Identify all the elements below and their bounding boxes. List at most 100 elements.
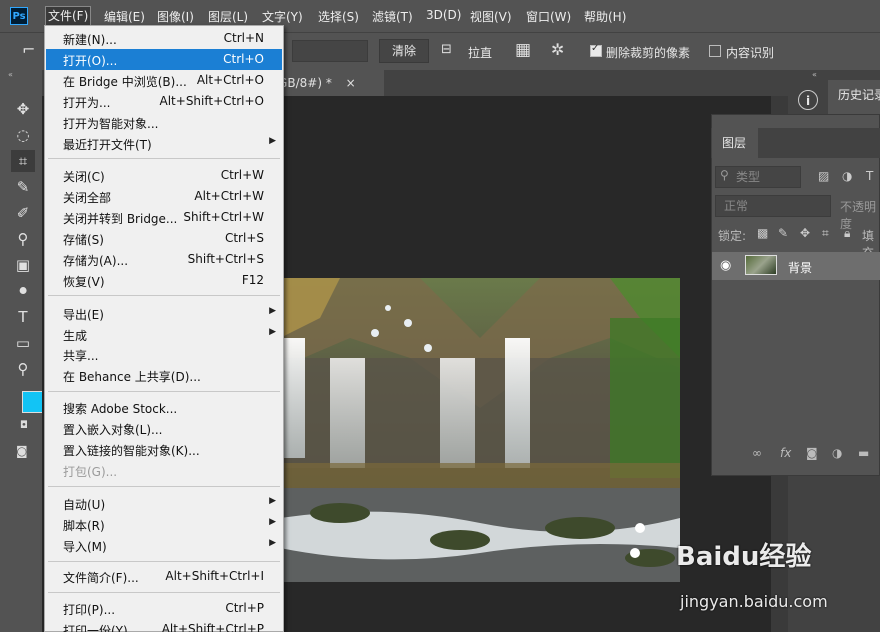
menu-view[interactable]: 视图(V) — [470, 8, 512, 25]
clear-button[interactable]: 清除 — [379, 39, 429, 63]
quick-mask-icon[interactable]: ◙ — [16, 444, 28, 458]
menu-separator — [48, 592, 280, 593]
menu-separator — [48, 158, 280, 159]
submenu-arrow-icon: ▶ — [269, 517, 276, 527]
menu-item-place-embedded[interactable]: 置入嵌入对象(L)... — [46, 418, 282, 439]
eyedropper-tool-icon[interactable]: ✎ — [11, 176, 35, 198]
submenu-arrow-icon: ▶ — [269, 136, 276, 146]
adjustment-layer-icon[interactable]: ◑ — [832, 446, 842, 460]
delete-cropped-label: 删除裁剪的像素 — [606, 46, 691, 60]
gear-icon[interactable]: ✲ — [551, 40, 564, 59]
menu-item-export[interactable]: 导出(E) ▶ — [46, 303, 282, 324]
photoshop-logo: Ps — [10, 7, 28, 25]
layer-mask-icon[interactable]: ◙ — [806, 446, 818, 460]
menu-item-generate[interactable]: 生成 ▶ — [46, 324, 282, 345]
crop-ratio-field[interactable] — [292, 40, 368, 62]
menu-item-share-behance[interactable]: 在 Behance 上共享(D)... — [46, 365, 282, 386]
menu-layer[interactable]: 图层(L) — [208, 8, 248, 25]
menu-item-search-stock[interactable]: 搜索 Adobe Stock... — [46, 397, 282, 418]
layers-tab[interactable]: 图层 — [712, 128, 758, 158]
menu-item-print[interactable]: 打印(P)... Ctrl+P — [46, 598, 282, 619]
baidu-watermark-url: jingyan.baidu.com — [680, 592, 828, 611]
lock-artboard-icon[interactable]: ⌗ — [822, 226, 829, 241]
crop-tool-icon[interactable]: ⌐ — [22, 40, 35, 59]
menu-file[interactable]: 文件(F) — [45, 6, 92, 26]
menu-edit[interactable]: 编辑(E) — [104, 8, 145, 25]
menu-item-open-smart-object[interactable]: 打开为智能对象... — [46, 112, 282, 133]
fx-icon[interactable]: fx — [780, 446, 791, 460]
layer-thumbnail — [745, 255, 777, 275]
menu-item-import[interactable]: 导入(M) ▶ — [46, 535, 282, 556]
layer-name[interactable]: 背景 — [788, 259, 812, 276]
adjustment-filter-icon[interactable]: ◑ — [842, 169, 852, 183]
delete-cropped-checkbox[interactable] — [590, 43, 602, 57]
lock-position-icon[interactable]: ✥ — [800, 226, 810, 240]
default-colors-icon[interactable]: ◘ — [20, 420, 28, 431]
menu-item-new[interactable]: 新建(N)... Ctrl+N — [46, 28, 282, 49]
menu-item-revert[interactable]: 恢复(V) F12 — [46, 270, 282, 291]
submenu-arrow-icon: ▶ — [269, 327, 276, 337]
menu-select[interactable]: 选择(S) — [318, 8, 359, 25]
menu-filter[interactable]: 滤镜(T) — [372, 8, 413, 25]
document-image[interactable] — [280, 278, 680, 582]
zoom-tool-icon[interactable]: ⚲ — [11, 358, 35, 380]
menu-image[interactable]: 图像(I) — [157, 8, 194, 25]
straighten-label[interactable]: 拉直 — [468, 44, 492, 61]
menu-help[interactable]: 帮助(H) — [584, 8, 626, 25]
lock-all-icon[interactable]: 🔒︎ — [844, 226, 850, 241]
lock-pixels-icon[interactable]: ▩ — [757, 226, 768, 240]
collapse-icon[interactable]: « — [8, 70, 13, 79]
shape-tool-icon[interactable]: ▭ — [11, 332, 35, 354]
gradient-tool-icon[interactable]: ▣ — [11, 254, 35, 276]
blend-mode-label: 正常 — [724, 199, 749, 213]
menu-item-save-as[interactable]: 存储为(A)... Shift+Ctrl+S — [46, 249, 282, 270]
collapse-panels-icon[interactable]: « — [812, 70, 817, 79]
menu-item-print-one-copy[interactable]: 打印一份(Y) Alt+Shift+Ctrl+P — [46, 619, 282, 632]
brush-tool-icon[interactable]: ✐ — [11, 202, 35, 224]
content-aware-checkbox[interactable] — [709, 45, 721, 57]
menu-window[interactable]: 窗口(W) — [526, 8, 571, 25]
menu-item-place-linked[interactable]: 置入链接的智能对象(K)... — [46, 439, 282, 460]
grid-overlay-icon[interactable]: ▦ — [515, 40, 531, 60]
menu-item-recent-files[interactable]: 最近打开文件(T) ▶ — [46, 133, 282, 154]
menu-separator — [48, 561, 280, 562]
menu-item-file-info[interactable]: 文件简介(F)... Alt+Shift+Ctrl+I — [46, 566, 282, 587]
dodge-tool-icon[interactable]: ⚫ — [11, 280, 35, 302]
info-icon[interactable]: i — [798, 90, 818, 110]
menu-item-open[interactable]: 打开(O)... Ctrl+O — [46, 49, 282, 70]
menu-item-scripts[interactable]: 脚本(R) ▶ — [46, 514, 282, 535]
menu-item-save[interactable]: 存储(S) Ctrl+S — [46, 228, 282, 249]
layer-filter-label: 类型 — [736, 170, 761, 184]
history-tab[interactable]: 历史记录 — [828, 80, 880, 114]
menu-3d[interactable]: 3D(D) — [426, 8, 461, 22]
lasso-tool-icon[interactable]: ◌ — [11, 124, 35, 146]
type-filter-icon[interactable]: T — [866, 169, 873, 183]
menu-item-close-all[interactable]: 关闭全部 Alt+Ctrl+W — [46, 186, 282, 207]
link-layers-icon[interactable]: ∞ — [752, 446, 762, 460]
menu-item-open-as[interactable]: 打开为... Alt+Shift+Ctrl+O — [46, 91, 282, 112]
menu-item-close-go-bridge[interactable]: 关闭并转到 Bridge... Shift+Ctrl+W — [46, 207, 282, 228]
baidu-watermark: Baidu经验 — [676, 542, 812, 572]
lock-paint-icon[interactable]: ✎ — [778, 226, 788, 240]
lock-label: 锁定: — [718, 229, 747, 243]
new-group-icon[interactable]: ▬ — [858, 446, 869, 460]
crop-tool-icon[interactable]: ⌗ — [11, 150, 35, 172]
image-filter-icon[interactable]: ▨ — [818, 169, 829, 183]
move-tool-icon[interactable]: ✥ — [11, 98, 35, 120]
visibility-eye-icon[interactable]: ◉ — [720, 258, 731, 273]
menu-item-close[interactable]: 关闭(C) Ctrl+W — [46, 165, 282, 186]
menu-item-share[interactable]: 共享... — [46, 344, 282, 365]
menu-separator — [48, 486, 280, 487]
straighten-icon[interactable]: ⊟ — [441, 42, 452, 57]
menu-item-browse-bridge[interactable]: 在 Bridge 中浏览(B)... Alt+Ctrl+O — [46, 70, 282, 91]
menu-type[interactable]: 文字(Y) — [262, 8, 303, 25]
menu-item-package: 打包(G)... — [63, 465, 118, 479]
foreground-color-swatch[interactable] — [22, 391, 44, 413]
close-icon[interactable]: × — [346, 76, 356, 90]
type-tool-icon[interactable]: T — [11, 306, 35, 328]
stamp-tool-icon[interactable]: ⚲ — [11, 228, 35, 250]
menu-item-automate[interactable]: 自动(U) ▶ — [46, 493, 282, 514]
submenu-arrow-icon: ▶ — [269, 496, 276, 506]
submenu-arrow-icon: ▶ — [269, 538, 276, 548]
blend-mode-select[interactable]: 正常 — [715, 195, 831, 217]
